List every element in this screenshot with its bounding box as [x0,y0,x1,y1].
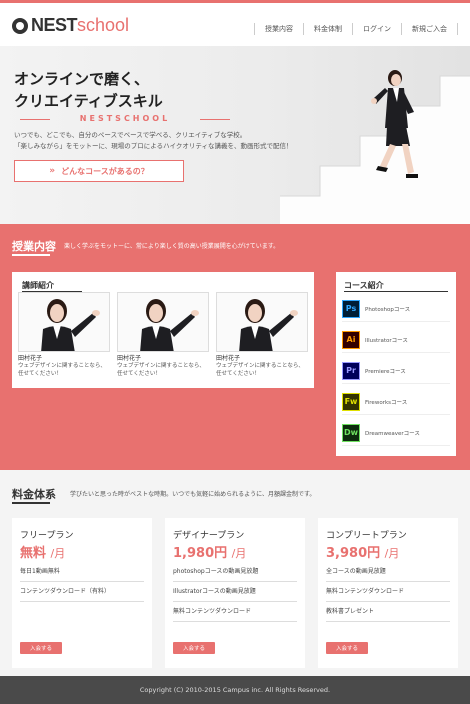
teacher-desc-line2: 任せてください！ [216,371,260,377]
hero-text-line2: 「楽しみながら」をモットーに、現場のプロによるハイクオリティな講義を、動画形式で… [14,142,293,150]
hero-section: オンラインで磨く、 クリエイティブスキル NESTSCHOOL いつでも、どこで… [0,46,470,224]
join-button[interactable]: 入会する [20,642,62,654]
ai-app-icon: Ai [342,330,360,349]
hero-title-line2: クリエイティブスキル [14,92,163,110]
plan-feature: コンテンツダウンロード（有料） [20,586,144,602]
courses-title: コース紹介 [344,281,384,290]
teacher-name: 田村花子 [216,355,241,362]
pricing-title: 料金体系 [12,488,56,501]
course-item[interactable]: Ai Illustratorコース [342,327,450,353]
teacher-desc-line1: ウェブデザインに関することなら、 [18,363,106,369]
pricing-title-underline [12,502,50,504]
pricing-section: 料金体系 学びたいと思った時がベストな時期。いつでも気軽に始められるように、月額… [0,470,470,676]
hero-description: いつでも、どこでも、自分のペースでベースで学べる、クリエイティブな学校。 「楽し… [14,130,292,152]
double-chevron-right-icon: » [49,166,56,176]
teacher-desc-line2: 任せてください！ [18,371,62,377]
teacher-photo [216,292,308,352]
teacher-card[interactable]: 田村花子 ウェブデザインに関することなら、 任せてください！ [216,292,308,378]
plan-price-unit: /月 [231,547,247,560]
pricing-description: 学びたいと思った時がベストな時期。いつでも気軽に始められるように、月額課金制です… [70,491,316,498]
logo[interactable]: NEST school [12,15,129,36]
cta-label: どんなコースがあるの？ [61,166,149,176]
course-item[interactable]: Ps Photoshopコース [342,296,450,322]
course-item[interactable]: Fw Fireworksコース [342,389,450,415]
pr-app-icon: Pr [342,361,360,380]
plan-price: 無料 /月 [20,542,65,561]
logo-school-text: school [77,15,130,35]
teacher-photo [18,292,110,352]
lessons-description: 楽しく学ぶをモットーに、常により楽しく質の高い授業展開を心がけています。 [64,243,280,250]
plan-card-complete: コンプリートプラン 3,980円 /月 全コースの動画見放題 無料コンテンツダウ… [318,518,458,668]
course-label: Premiereコース [365,368,406,375]
plan-card-free: フリープラン 無料 /月 毎日1動画無料 コンテンツダウンロード（有料） 入会す… [12,518,152,668]
teacher-name: 田村花子 [18,355,43,362]
hero-title: オンラインで磨く、 クリエイティブスキル [14,68,163,112]
plan-name: コンプリートプラン [326,531,407,541]
nav-lessons[interactable]: 授業内容 [254,23,303,35]
teacher-name: 田村花子 [117,355,142,362]
join-button[interactable]: 入会する [173,642,215,654]
plan-name: フリープラン [20,531,74,541]
main-nav: 授業内容 料金体制 ログイン 新規ご入会 [254,23,458,35]
course-cta-button[interactable]: » どんなコースがあるの？ [14,160,184,182]
course-item[interactable]: Dw Dreamweaverコース [342,420,450,446]
logo-mark-icon [12,17,28,34]
ps-app-icon: Ps [342,299,360,318]
hero-title-line1: オンラインで磨く、 [14,70,150,88]
plan-feature: 全コースの動画見放題 [326,566,450,582]
join-button[interactable]: 入会する [326,642,368,654]
lessons-section: 授業内容 楽しく学ぶをモットーに、常により楽しく質の高い授業展開を心がけています… [0,224,470,470]
lessons-title: 授業内容 [12,240,56,253]
hero-subtitle: NESTSCHOOL [20,114,230,123]
course-item[interactable]: Pr Premiereコース [342,358,450,384]
plan-price-unit: /月 [50,547,66,560]
site-footer: Copyright (C) 2010-2015 Campus inc. All … [0,676,470,704]
course-label: Photoshopコース [365,306,411,313]
course-label: Illustratorコース [365,337,408,344]
plan-price-unit: /月 [384,547,400,560]
courses-title-underline [344,291,448,292]
course-label: Dreamweaverコース [365,430,420,437]
hero-text-line1: いつでも、どこでも、自分のペースでベースで学べる、クリエイティブな学校。 [14,131,247,139]
lessons-title-underline [12,254,50,256]
teacher-card[interactable]: 田村花子 ウェブデザインに関することなら、 任せてください！ [18,292,110,378]
site-header: NEST school 授業内容 料金体制 ログイン 新規ご入会 [0,0,470,46]
teacher-card[interactable]: 田村花子 ウェブデザインに関することなら、 任せてください！ [117,292,209,378]
nav-pricing[interactable]: 料金体制 [303,23,352,35]
nav-signup[interactable]: 新規ご入会 [401,23,458,35]
plan-name: デザイナープラン [173,531,245,541]
courses-panel: コース紹介 Ps Photoshopコース Ai Illustratorコース Pr Pr… [336,272,456,456]
plan-feature: 無料コンテンツダウンロード [173,606,297,622]
teacher-desc-line1: ウェブデザインに関することなら、 [117,363,205,369]
teachers-title: 講師紹介 [22,281,54,290]
plan-feature: 教科書プレゼント [326,606,450,622]
plan-feature: Illustratorコースの動画見放題 [173,586,297,602]
plan-price-value: 3,980円 [326,546,381,561]
dw-app-icon: Dw [342,423,360,442]
teacher-desc-line1: ウェブデザインに関することなら、 [216,363,304,369]
teacher-desc-line2: 任せてください！ [117,371,161,377]
plan-price: 1,980円 /月 [173,542,246,561]
course-label: Fireworksコース [365,399,408,406]
teacher-photo [117,292,209,352]
plan-feature: 無料コンテンツダウンロード [326,586,450,602]
fw-app-icon: Fw [342,392,360,411]
plan-feature: photoshopコースの動画見放題 [173,566,297,582]
plan-card-designer: デザイナープラン 1,980円 /月 photoshopコースの動画見放題 Il… [165,518,305,668]
plan-price: 3,980円 /月 [326,542,399,561]
plan-price-value: 無料 [20,546,47,561]
plan-price-value: 1,980円 [173,546,228,561]
teachers-panel: 講師紹介 田村花子 ウェブデザインに関することなら、 任せてください！ 田村花子… [12,272,314,388]
copyright-text: Copyright (C) 2010-2015 Campus inc. All … [139,686,331,694]
nav-login[interactable]: ログイン [352,23,401,35]
plan-feature: 毎日1動画無料 [20,566,144,582]
logo-nest-text: NEST [31,15,78,35]
